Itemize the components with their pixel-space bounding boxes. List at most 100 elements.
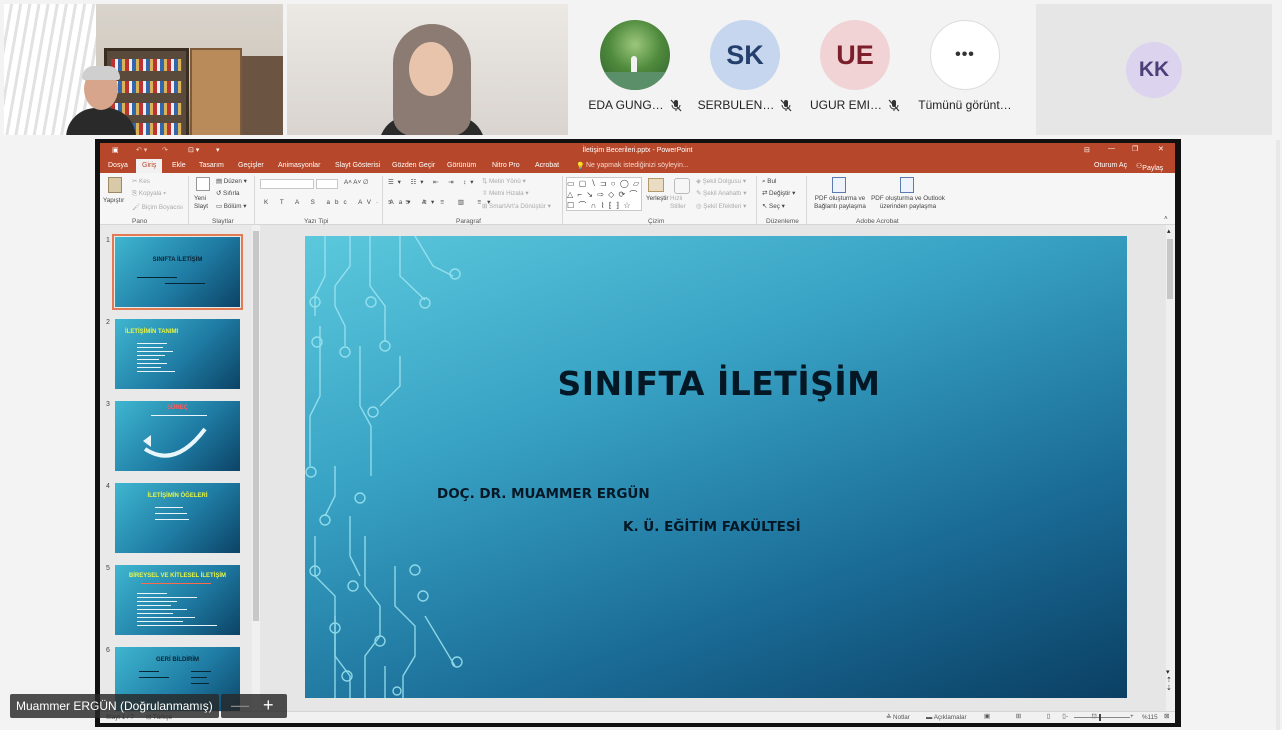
zoom-out-button[interactable]: - <box>1066 713 1068 720</box>
scroll-nav-icons[interactable]: ▾ ⇡ ⇣ <box>1166 669 1172 693</box>
group-separator <box>756 176 757 224</box>
thumb-title: SÜREÇ <box>166 405 188 411</box>
pdf-share-link-button[interactable]: PDF oluşturma ve Bağlantı paylaşma <box>812 195 868 211</box>
thumbnails-scrollbar[interactable] <box>252 225 260 711</box>
thumbnail-slide-5[interactable]: BİREYSEL VE KİTLESEL İLETİŞİM <box>115 565 240 635</box>
cycle-arrow-icon <box>143 427 207 458</box>
align-text-button[interactable]: ⇳ Metni Hizala ▾ <box>482 190 529 197</box>
participant-video-1[interactable] <box>4 4 283 135</box>
align-buttons[interactable]: ≡ ≡ ≡ ≡ ▥ ≡▾ <box>388 199 496 206</box>
tab-nitro[interactable]: Nitro Pro <box>492 162 520 169</box>
group-font-label: Yazı Tipi <box>304 218 329 225</box>
avatar: KK <box>1126 42 1182 98</box>
wooden-cabinet <box>190 48 242 135</box>
mic-off-icon <box>888 99 900 111</box>
group-paragraph-label: Paragraf <box>456 218 481 225</box>
tab-acrobat[interactable]: Acrobat <box>535 162 559 169</box>
shapes-gallery[interactable]: ▭ ▢ ∖ ⊐ ○ ◯ ▱ △ ⌐ ↘ ⇨ ◇ ⟳ ⌒ ☐ ⌒ ∩ ⌇ ⁅ ⁆ ☆ <box>566 177 642 211</box>
fit-slide-icon[interactable]: ⊠ <box>1164 713 1169 720</box>
thumb-title: SINIFTA İLETİŞİM <box>152 257 203 263</box>
sign-in-link[interactable]: Oturum Aç <box>1094 162 1127 169</box>
format-painter-button[interactable]: 🖌 Biçim Boyacısı <box>132 203 183 211</box>
text-direction-button[interactable]: ⇅ Metin Yönü ▾ <box>482 178 526 185</box>
tab-home[interactable]: Giriş <box>136 159 163 173</box>
tab-view[interactable]: Görünüm <box>447 162 476 169</box>
current-slide[interactable]: SINIFTA İLETİŞİM DOÇ. DR. MUAMMER ERGÜN … <box>305 236 1127 698</box>
copy-button[interactable]: ⎘ Kopyala ▾ <box>132 190 166 198</box>
tab-transitions[interactable]: Geçişler <box>238 162 264 169</box>
shape-outline-button[interactable]: ✎ Şekil Anahattı ▾ <box>696 190 746 197</box>
reset-button[interactable]: ↺ Sıfırla <box>216 190 239 197</box>
maximize-icon[interactable]: ❐ <box>1132 145 1138 153</box>
lightbulb-icon: 💡 <box>576 163 585 170</box>
slide-author[interactable]: DOÇ. DR. MUAMMER ERGÜN <box>437 486 650 502</box>
font-size-controls[interactable]: A˄ A˅ ∅ <box>344 179 368 186</box>
scroll-up-icon[interactable]: ▴ <box>1167 227 1171 235</box>
new-slide-button[interactable]: Yeni Slayt <box>194 195 214 211</box>
group-separator <box>254 176 255 224</box>
tab-slideshow[interactable]: Slayt Gösterisi <box>335 162 380 169</box>
avatar: SK <box>710 20 780 90</box>
zoom-out-control[interactable]: — <box>231 694 249 716</box>
tab-file[interactable]: Dosya <box>108 162 128 169</box>
find-button[interactable]: ⌕ Bul <box>762 178 776 186</box>
zoom-in-control[interactable]: + <box>263 694 274 716</box>
participant-name: EDA GUNG… <box>588 98 664 112</box>
participant-serbulen[interactable]: SK SERBULEN… <box>690 20 800 112</box>
share-button[interactable]: ⚇ Paylaş <box>1136 162 1163 172</box>
comments-button[interactable]: ▬ Açıklamalar <box>926 714 967 721</box>
zoom-slider-thumb[interactable] <box>1099 714 1101 721</box>
participant-video-2[interactable] <box>287 4 568 135</box>
layout-button[interactable]: ▤ Düzen ▾ <box>216 178 247 185</box>
group-separator <box>188 176 189 224</box>
shape-effects-button[interactable]: ◎ Şekil Efektleri ▾ <box>696 203 746 210</box>
new-slide-icon[interactable] <box>196 177 210 191</box>
tab-insert[interactable]: Ekle <box>172 162 186 169</box>
collapse-ribbon-icon[interactable]: ˄ <box>1164 215 1168 222</box>
slide-title[interactable]: SINIFTA İLETİŞİM <box>305 364 1127 403</box>
font-size-input[interactable] <box>316 179 338 189</box>
zoom-in-button[interactable]: + <box>1130 713 1134 720</box>
thumbnail-slide-1[interactable]: SINIFTA İLETİŞİM <box>112 234 243 310</box>
section-button[interactable]: ▭ Bölüm ▾ <box>216 203 246 210</box>
thumb-title: GERİ BİLDİRİM <box>156 657 199 663</box>
arrange-button[interactable]: Yerleştir <box>646 195 669 202</box>
tab-review[interactable]: Gözden Geçir <box>392 162 435 169</box>
minimize-icon[interactable]: — <box>1108 145 1115 152</box>
tab-design[interactable]: Tasarım <box>199 162 224 169</box>
participant-eda[interactable]: EDA GUNG… <box>580 20 690 112</box>
close-icon[interactable]: ✕ <box>1158 145 1164 153</box>
tell-me-box[interactable]: Ne yapmak istediğinizi söyleyin... <box>586 162 689 169</box>
thumbnail-slide-4[interactable]: İLETİŞİMİN ÖĞELERİ <box>115 483 240 553</box>
paste-icon[interactable] <box>108 177 122 193</box>
ppt-titlebar: ▣ ↶ ▾ ↷ ⊡ ▾ ▾ İletişim Becerileri.pptx -… <box>100 143 1175 159</box>
view-all-button[interactable]: ••• Tümünü görünt… <box>910 20 1020 112</box>
pdf-outlook-icon[interactable] <box>900 177 914 193</box>
pdf-share-link-icon[interactable] <box>832 177 846 193</box>
pdf-outlook-button[interactable]: PDF oluşturma ve Outlook üzerinden payla… <box>868 195 948 211</box>
zoom-slider[interactable] <box>1074 717 1130 718</box>
list-buttons[interactable]: ☰▾ ☷▾ ⇤ ⇥ ↕▾ <box>388 179 477 186</box>
page-scrollbar[interactable] <box>1276 140 1280 730</box>
zoom-level[interactable]: %115 <box>1142 714 1158 721</box>
select-button[interactable]: ↖ Seç ▾ <box>762 203 785 210</box>
thumbnail-slide-3[interactable]: SÜREÇ <box>115 401 240 471</box>
cut-button[interactable]: ✂ Kes <box>132 178 150 185</box>
thumb-title: BİREYSEL VE KİTLESEL İLETİŞİM <box>128 573 227 579</box>
smartart-button[interactable]: ⊞ SmartArt'a Dönüştür ▾ <box>482 203 551 210</box>
tab-animations[interactable]: Animasyonlar <box>278 162 320 169</box>
bookshelf-right <box>242 56 283 135</box>
font-name-input[interactable] <box>260 179 314 189</box>
participant-ugur[interactable]: UE UGUR EMI… <box>800 20 910 112</box>
slide-faculty[interactable]: K. Ü. EĞİTİM FAKÜLTESİ <box>623 519 801 535</box>
shape-fill-button[interactable]: ◈ Şekil Dolgusu ▾ <box>696 178 746 185</box>
canvas-scrollbar[interactable]: ▴ ▾ ⇡ ⇣ <box>1166 225 1175 711</box>
paste-button[interactable]: Yapıştır <box>103 197 124 204</box>
arrange-icon[interactable] <box>648 178 664 192</box>
quick-styles-icon[interactable] <box>674 178 690 194</box>
quick-styles-button[interactable]: Hızlı Stiller <box>670 195 692 211</box>
replace-button[interactable]: ⇄ Değiştir ▾ <box>762 190 795 197</box>
notes-button[interactable]: ≙ Notlar <box>886 714 910 721</box>
thumbnail-slide-2[interactable]: İLETİŞİMİN TANIMI <box>115 319 240 389</box>
ribbon-display-icon[interactable]: ⊟ <box>1084 146 1090 154</box>
